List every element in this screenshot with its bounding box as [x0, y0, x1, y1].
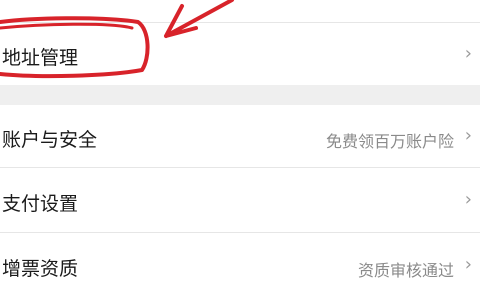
- chevron-right-icon: ›: [464, 254, 472, 275]
- chevron-right-icon: ›: [464, 125, 472, 146]
- section-gap: [0, 85, 480, 105]
- account-insurance-promo: 免费领百万账户险: [325, 132, 454, 151]
- menu-item-label: 支付设置: [2, 193, 79, 215]
- chevron-right-icon: ›: [464, 43, 472, 64]
- menu-item-label: 地址管理: [2, 47, 79, 69]
- settings-page: 地址管理 › 账户与安全 免费领百万账户险 › 支付设置 › 增票资质 资质审核…: [0, 0, 480, 300]
- menu-item-vat-invoice-qualification[interactable]: 增票资质 资质审核通过 ›: [0, 233, 480, 300]
- top-strip: [0, 0, 480, 22]
- menu-item-address-management[interactable]: 地址管理 ›: [0, 23, 480, 85]
- menu-item-account-security[interactable]: 账户与安全 免费领百万账户险 ›: [0, 105, 480, 167]
- menu-item-label: 增票资质: [2, 258, 79, 280]
- menu-item-payment-settings[interactable]: 支付设置 ›: [0, 168, 480, 232]
- qualification-status: 资质审核通过: [357, 261, 454, 280]
- menu-item-label: 账户与安全: [2, 129, 98, 151]
- chevron-right-icon: ›: [464, 189, 472, 210]
